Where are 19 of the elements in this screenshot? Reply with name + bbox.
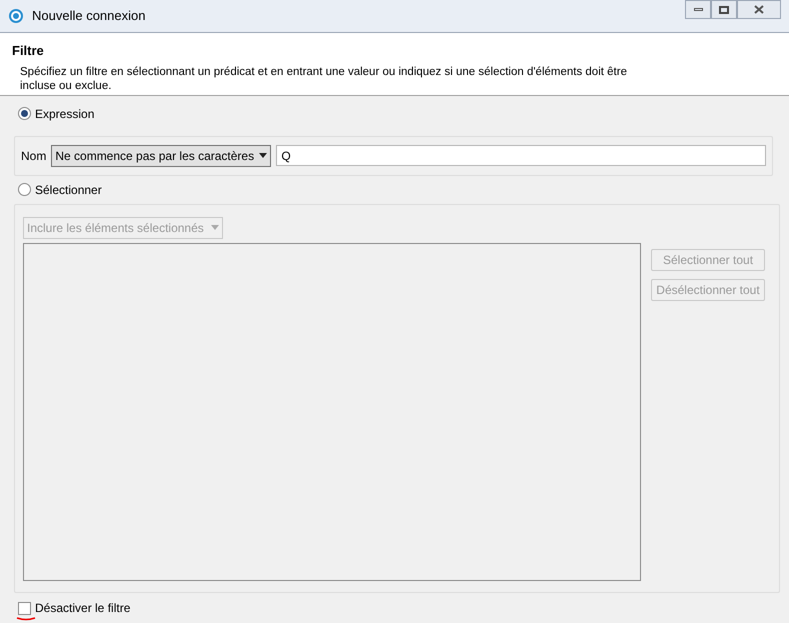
dropdown-arrow-icon	[259, 153, 268, 158]
checkbox[interactable]	[18, 602, 31, 614]
annotation-underline	[16, 617, 36, 621]
header-title: Filtre	[12, 42, 45, 60]
radio-label: Sélectionner	[35, 182, 102, 198]
header-description: Spécifiez un filtre en sélectionnant un prédicat et en entrant une valeur ou indiquez si une sélection d'éléments doit être incluse ou exclue.	[19, 64, 628, 92]
close-icon	[754, 5, 764, 14]
field-label: Nom	[21, 148, 46, 164]
radio-label: Expression	[35, 106, 94, 122]
minimize-button[interactable]	[685, 0, 711, 19]
radio-button[interactable]	[18, 107, 31, 120]
predicate-dropdown[interactable]: Ne commence pas par les caractères	[51, 144, 272, 166]
checkbox-label: Désactiver le filtre	[35, 600, 130, 617]
app-logo-icon	[8, 8, 24, 24]
value-field[interactable]: Q	[276, 145, 766, 166]
maximize-button[interactable]	[711, 0, 737, 19]
close-button[interactable]	[737, 0, 781, 19]
dropdown-arrow-icon	[211, 225, 219, 230]
window-title: Nouvelle connexion	[32, 7, 146, 26]
